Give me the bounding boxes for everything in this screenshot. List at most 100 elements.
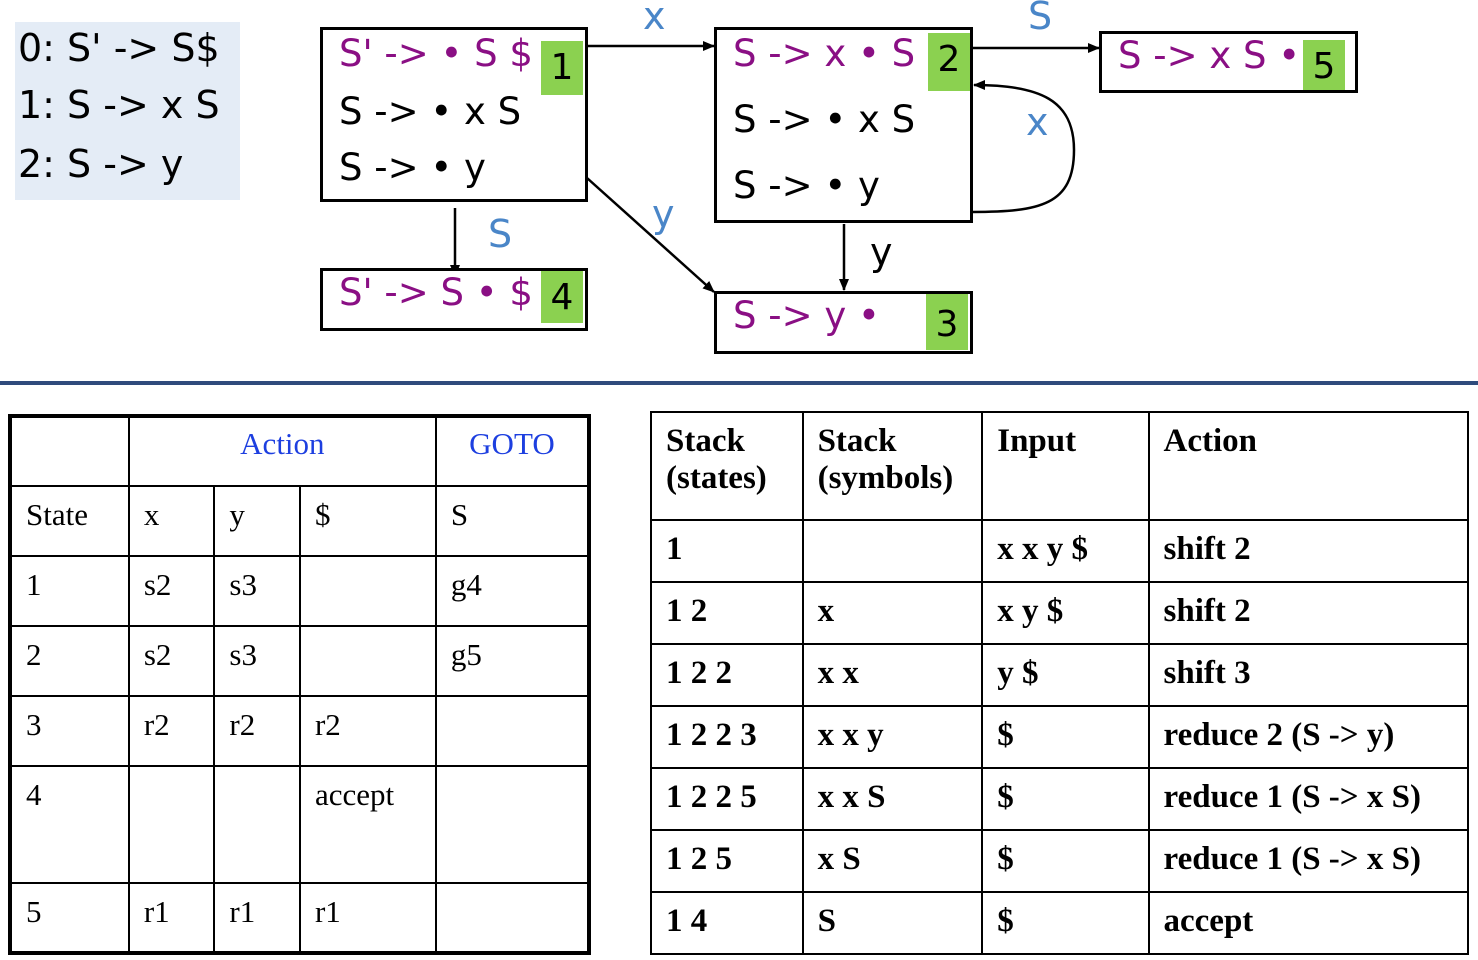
parse-table-cell: s3 xyxy=(213,555,301,627)
parse-table-goto-header: GOTO xyxy=(434,415,591,487)
parse-table-col-x: x xyxy=(127,485,216,557)
state-2-item-1: S -> • x S xyxy=(733,98,916,141)
trace-table-row: 1 2 2 x x y $ shift 3 xyxy=(650,643,1470,707)
parse-table-row: 2 s2 s3 g5 xyxy=(9,625,591,697)
trace-cell: 1 2 2 3 xyxy=(650,705,804,769)
parse-table-cell xyxy=(127,765,216,884)
trace-header-symbols: Stack (symbols) xyxy=(801,411,984,521)
parse-table-cell: r1 xyxy=(127,882,216,954)
trace-cell xyxy=(801,519,984,583)
trace-cell: 1 2 xyxy=(650,581,804,645)
trace-table-row: 1 4 S $ accept xyxy=(650,891,1470,955)
state-1-item-1: S -> • x S xyxy=(339,90,522,133)
parse-table-cell xyxy=(434,882,591,954)
state-1-item-2: S -> • y xyxy=(339,146,486,189)
trace-cell: 1 2 2 xyxy=(650,643,804,707)
parse-table-column-header-row: State x y $ S xyxy=(9,485,591,557)
state-5: S -> x S • 5 xyxy=(1099,31,1358,93)
parse-table-cell: r2 xyxy=(213,695,301,767)
parse-table-cell: accept xyxy=(298,765,437,884)
parse-table-action-header: Action xyxy=(127,415,437,487)
trace-cell: $ xyxy=(981,829,1150,893)
parse-table-row: 5 r1 r1 r1 xyxy=(9,882,591,954)
trace-cell: x y $ xyxy=(981,581,1150,645)
trace-table-row: 1 2 2 5 x x S $ reduce 1 (S -> x S) xyxy=(650,767,1470,831)
trace-cell: x x y $ xyxy=(981,519,1150,583)
edge-s1-s3 xyxy=(586,177,715,293)
trace-cell: x S xyxy=(801,829,984,893)
edge-label-s1-s2: x xyxy=(643,0,666,38)
parse-table-cell: s2 xyxy=(127,625,216,697)
state-3: S -> y • 3 xyxy=(714,291,973,354)
trace-cell: 1 2 5 xyxy=(650,829,804,893)
trace-header-action: Action xyxy=(1147,411,1470,521)
trace-cell: S xyxy=(801,891,984,955)
state-2-item-2: S -> • y xyxy=(733,164,880,207)
state-4-number: 4 xyxy=(541,271,583,323)
parse-table-cell: r1 xyxy=(298,882,437,954)
trace-header-states: Stack (states) xyxy=(650,411,804,521)
edge-s2-loop xyxy=(971,80,1076,214)
state-3-number: 3 xyxy=(926,294,968,350)
parse-table-cell xyxy=(434,695,591,767)
parse-table-cell: r2 xyxy=(127,695,216,767)
parse-table-cell: r2 xyxy=(298,695,437,767)
parse-table-cell: r1 xyxy=(213,882,301,954)
state-4: S' -> S • $ 4 xyxy=(320,268,588,331)
edge-label-s2-s3: y xyxy=(870,230,893,274)
trace-table-row: 1 2 5 x S $ reduce 1 (S -> x S) xyxy=(650,829,1470,893)
parse-table-col-y: y xyxy=(213,485,301,557)
trace-cell: 1 xyxy=(650,519,804,583)
trace-table-row: 1 2 x x y $ shift 2 xyxy=(650,581,1470,645)
state-1-number: 1 xyxy=(541,41,583,95)
parse-table-cell: 2 xyxy=(9,625,130,697)
trace-cell: reduce 2 (S -> y) xyxy=(1147,705,1470,769)
parse-table-cell: s2 xyxy=(127,555,216,627)
edge-label-s1-s4: S xyxy=(488,212,513,256)
parse-table: Action GOTO State x y $ S 1 s2 s3 g4 2 s… xyxy=(8,414,591,955)
trace-header-symbols-line1: Stack xyxy=(817,423,897,459)
state-5-number: 5 xyxy=(1303,40,1345,90)
parse-table-col-S: S xyxy=(434,485,591,557)
state-1-item-0: S' -> • S $ xyxy=(339,32,533,75)
trace-cell: x x xyxy=(801,643,984,707)
trace-table-header-row: Stack (states) Stack (symbols) Input Act… xyxy=(650,411,1470,521)
trace-cell: reduce 1 (S -> x S) xyxy=(1147,829,1470,893)
parse-table-cell xyxy=(213,765,301,884)
trace-cell: shift 2 xyxy=(1147,581,1470,645)
trace-cell: $ xyxy=(981,891,1150,955)
trace-cell: y $ xyxy=(981,643,1150,707)
trace-cell: x x S xyxy=(801,767,984,831)
trace-cell: $ xyxy=(981,767,1150,831)
edge-label-s2-loop: x xyxy=(1026,100,1049,144)
parse-table-cell xyxy=(298,625,437,697)
trace-header-symbols-line2: (symbols) xyxy=(817,460,954,496)
state-3-item-0: S -> y • xyxy=(733,294,880,337)
parse-table-row: 4 accept xyxy=(9,765,591,884)
trace-header-states-line1: Stack xyxy=(666,423,745,459)
trace-cell: accept xyxy=(1147,891,1470,955)
state-4-item-0: S' -> S • $ xyxy=(339,271,533,314)
parse-table-row: 1 s2 s3 g4 xyxy=(9,555,591,627)
trace-table-row: 1 2 2 3 x x y $ reduce 2 (S -> y) xyxy=(650,705,1470,769)
trace-table-row: 1 x x y $ shift 2 xyxy=(650,519,1470,583)
trace-cell: x xyxy=(801,581,984,645)
parse-table-corner xyxy=(9,415,130,487)
parse-table-cell xyxy=(298,555,437,627)
trace-cell: 1 2 2 5 xyxy=(650,767,804,831)
trace-table: Stack (states) Stack (symbols) Input Act… xyxy=(650,411,1470,955)
parse-table-cell: s3 xyxy=(213,625,301,697)
trace-cell: $ xyxy=(981,705,1150,769)
parse-table-cell: 4 xyxy=(9,765,130,884)
trace-header-input: Input xyxy=(981,411,1150,521)
state-1: S' -> • S $ S -> • x S S -> • y 1 xyxy=(320,27,588,202)
section-divider xyxy=(0,381,1478,385)
parse-table-group-header-row: Action GOTO xyxy=(9,415,591,487)
trace-header-states-line2: (states) xyxy=(666,460,767,496)
parse-table-cell: g4 xyxy=(434,555,591,627)
parse-table-cell: 3 xyxy=(9,695,130,767)
parse-table-cell xyxy=(434,765,591,884)
parse-table-row: 3 r2 r2 r2 xyxy=(9,695,591,767)
parse-table-cell: g5 xyxy=(434,625,591,697)
trace-cell: x x y xyxy=(801,705,984,769)
